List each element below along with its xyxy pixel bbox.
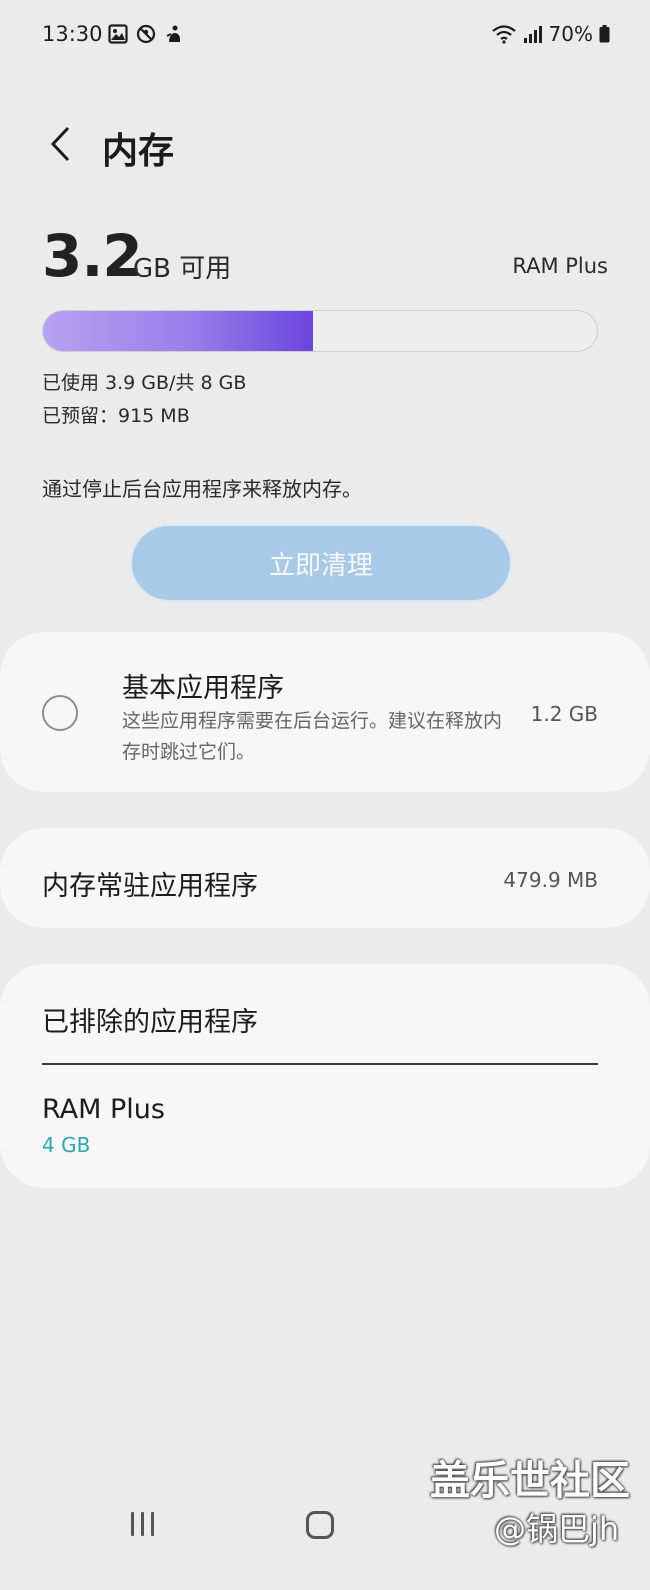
- divider: [42, 1063, 598, 1065]
- home-icon[interactable]: [306, 1511, 334, 1539]
- available-memory-value: 3.2: [42, 222, 143, 290]
- excluded-apps-item[interactable]: 已排除的应用程序: [42, 1000, 258, 1039]
- free-memory-hint: 通过停止后台应用程序来释放内存。: [42, 477, 362, 501]
- battery-percent: 70%: [548, 22, 593, 46]
- basic-apps-title: 基本应用程序: [122, 673, 284, 704]
- bixby-icon: [166, 25, 180, 42]
- reserved-memory-text: 已预留：915 MB: [42, 405, 190, 427]
- page-title: 内存: [102, 131, 175, 172]
- basic-apps-radio[interactable]: [42, 695, 78, 731]
- no-disturb-icon: [136, 24, 156, 44]
- image-icon: [108, 24, 128, 44]
- ram-plus-item-value: 4 GB: [42, 1133, 91, 1157]
- back-button[interactable]: [40, 120, 80, 168]
- basic-apps-description: 这些应用程序需要在后台运行。建议在释放内存时跳过它们。: [122, 710, 503, 763]
- status-right: 70%: [491, 22, 610, 46]
- wifi-icon: [491, 25, 516, 44]
- recent-apps-bar: [140, 1512, 144, 1536]
- resident-apps-size: 479.9 MB: [503, 868, 598, 892]
- status-time: 13:30: [42, 22, 103, 46]
- watermark-community: 盖乐世社区: [430, 1458, 630, 1504]
- used-memory-text: 已使用 3.9 GB/共 8 GB: [42, 372, 247, 394]
- watermark-author: @锅巴jh: [494, 1510, 620, 1548]
- resident-apps-title: 内存常驻应用程序: [42, 871, 258, 902]
- memory-usage-bar-fill: [43, 311, 314, 351]
- memory-usage-bar: [42, 310, 598, 352]
- available-memory-unit: GB 可用: [133, 254, 232, 284]
- recent-apps-icon[interactable]: [127, 1512, 157, 1540]
- recent-apps-bar: [150, 1512, 154, 1536]
- excluded-ram-card: [0, 964, 650, 1188]
- clean-now-button[interactable]: 立即清理: [130, 524, 512, 602]
- chevron-left-icon: [50, 126, 70, 162]
- recent-apps-bar: [130, 1512, 134, 1536]
- basic-apps-size: 1.2 GB: [530, 702, 598, 726]
- status-icons-left: [108, 24, 184, 44]
- battery-icon: [599, 25, 610, 43]
- ram-plus-link[interactable]: RAM Plus: [512, 254, 608, 278]
- signal-icon: [523, 26, 542, 43]
- ram-plus-item-title[interactable]: RAM Plus: [42, 1094, 165, 1125]
